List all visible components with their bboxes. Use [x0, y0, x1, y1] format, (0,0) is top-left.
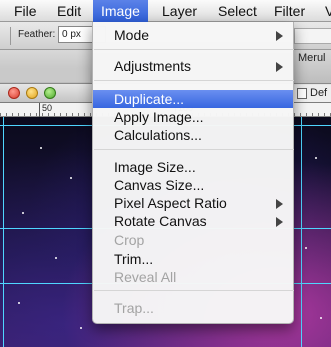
menu-item-apply-image[interactable]: Apply Image...	[93, 108, 293, 126]
menu-item-duplicate[interactable]: Duplicate...	[93, 90, 293, 108]
menu-filter[interactable]: Filter	[274, 0, 305, 22]
options-field[interactable]	[294, 28, 331, 44]
menu-item-label: Adjustments	[114, 58, 192, 74]
divider	[10, 27, 11, 45]
submenu-arrow-icon	[276, 199, 283, 209]
tool-icon-row	[0, 68, 90, 82]
menu-item-label: Duplicate...	[114, 91, 185, 107]
menu-item-trim[interactable]: Trim...	[93, 250, 293, 268]
star	[315, 157, 317, 159]
document-tab[interactable]: Def	[293, 85, 331, 102]
ruler-tick	[39, 103, 40, 117]
menu-item-label: Reveal All	[114, 269, 177, 285]
menu-select[interactable]: Select	[218, 0, 257, 22]
document-tab-label: Def	[310, 87, 328, 99]
image-menu-dropdown: Mode Adjustments Duplicate... Apply Imag…	[92, 22, 294, 324]
menu-item-canvas-size[interactable]: Canvas Size...	[93, 176, 293, 194]
menu-item-rotate-canvas[interactable]: Rotate Canvas	[93, 212, 293, 230]
menu-separator	[94, 80, 294, 81]
menu-item-label: Crop	[114, 232, 145, 248]
menu-item-label: Canvas Size...	[114, 177, 205, 193]
menu-item-crop: Crop	[93, 231, 293, 249]
menu-separator	[94, 290, 294, 291]
star	[320, 317, 322, 319]
menu-item-label: Calculations...	[114, 127, 202, 143]
menu-image[interactable]: Image	[93, 0, 148, 22]
menu-item-image-size[interactable]: Image Size...	[93, 158, 293, 176]
menu-layer[interactable]: Layer	[162, 0, 197, 22]
submenu-arrow-icon	[276, 31, 283, 41]
menu-item-label: Rotate Canvas	[114, 213, 207, 229]
menu-item-pixel-aspect-ratio[interactable]: Pixel Aspect Ratio	[93, 194, 293, 212]
menu-item-label: Trim...	[114, 251, 154, 267]
menu-item-label: Apply Image...	[114, 109, 204, 125]
document-icon	[297, 88, 307, 99]
star	[18, 302, 20, 304]
guide-line	[3, 117, 4, 347]
menu-edit[interactable]: Edit	[57, 0, 81, 22]
star	[22, 212, 24, 214]
submenu-arrow-icon	[276, 62, 283, 72]
star	[305, 247, 307, 249]
minimize-window-icon[interactable]	[26, 87, 38, 99]
menu-separator	[94, 49, 294, 50]
menu-item-label: Trap...	[114, 300, 154, 316]
menu-item-label: Mode	[114, 27, 150, 43]
star	[80, 327, 82, 329]
ruler-label: 50	[42, 103, 53, 113]
close-window-icon[interactable]	[8, 87, 20, 99]
menu-item-adjustments[interactable]: Adjustments	[93, 57, 293, 75]
menu-item-trap: Trap...	[93, 299, 293, 317]
panel-label[interactable]: Merul	[298, 52, 326, 64]
menu-item-reveal-all: Reveal All	[93, 268, 293, 286]
menu-separator	[94, 149, 294, 150]
star	[55, 257, 57, 259]
submenu-arrow-icon	[276, 217, 283, 227]
menu-view[interactable]: V	[325, 0, 331, 22]
guide-line	[301, 117, 302, 347]
menu-item-label: Image Size...	[114, 159, 196, 175]
menu-item-calculations[interactable]: Calculations...	[93, 126, 293, 144]
zoom-window-icon[interactable]	[44, 87, 56, 99]
star	[70, 177, 72, 179]
feather-label: Feather:	[18, 29, 56, 40]
menu-item-label: Pixel Aspect Ratio	[114, 195, 227, 211]
menu-file[interactable]: File	[14, 0, 37, 22]
menu-bar: File Edit Image Layer Select Filter V	[0, 0, 331, 22]
menu-item-mode[interactable]: Mode	[93, 26, 293, 44]
star	[40, 147, 42, 149]
